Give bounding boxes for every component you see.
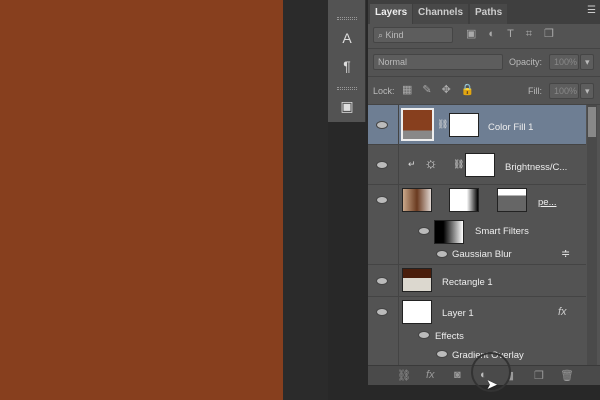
visibility-eye-icon[interactable] — [418, 331, 430, 339]
mask-icon[interactable]: ◙ — [454, 369, 461, 381]
layer-row-color-fill[interactable]: ⛓ Color Fill 1 — [368, 105, 586, 145]
layers-panel: Layers Channels Paths ☰ ⌕ Kind ▣◐T⌗❐ Nor… — [368, 0, 600, 385]
brightness-adjustment-icon: ☼ — [424, 155, 438, 172]
smart-filters-row[interactable]: Smart Filters — [368, 220, 586, 244]
tab-paths[interactable]: Paths — [470, 4, 508, 24]
layer-name: Color Fill 1 — [488, 122, 534, 133]
layer-row-smart-object[interactable]: pe... — [368, 185, 586, 220]
layer-name: pe... — [538, 197, 557, 208]
layer-name: Layer 1 — [442, 308, 474, 319]
scrollbar-thumb[interactable] — [588, 107, 596, 137]
shape-thumbnail — [402, 268, 432, 292]
filter-kind-value: Kind — [385, 30, 404, 40]
trash-icon[interactable]: 🗑 — [560, 369, 574, 382]
lock-all-icon[interactable]: 🔒 — [461, 84, 485, 96]
visibility-eye-icon[interactable] — [376, 161, 388, 169]
lock-pixels-icon[interactable]: ✎ — [422, 84, 441, 96]
fill-label: Fill: — [528, 86, 542, 96]
tab-channels[interactable]: Channels — [413, 4, 469, 24]
smart-filter-mask-thumbnail — [434, 220, 464, 244]
filter-name: Gaussian Blur — [452, 249, 512, 260]
fx-icon[interactable]: fx — [426, 369, 435, 381]
fill-dropdown[interactable]: ▾ — [580, 83, 594, 99]
smart-object-filter-icon[interactable]: ❐ — [544, 28, 566, 40]
lock-transparency-icon[interactable]: ▦ — [402, 84, 422, 96]
effects-label: Effects — [435, 331, 464, 342]
layer-row-rectangle[interactable]: Rectangle 1 — [368, 265, 586, 297]
filter-mask-thumbnail — [449, 188, 479, 212]
filter-kind-select[interactable]: ⌕ Kind — [373, 27, 453, 43]
visibility-eye-icon[interactable] — [376, 308, 388, 316]
link-icon[interactable]: ⛓ — [437, 119, 448, 130]
fill-input[interactable]: 100% — [549, 83, 579, 99]
type-filter-icon[interactable]: T — [507, 28, 526, 40]
panel-grip[interactable] — [337, 87, 357, 90]
link-icon[interactable]: ⛓ — [453, 159, 464, 170]
mask-thumbnail — [449, 113, 479, 137]
link-icon[interactable]: ⛓ — [397, 369, 411, 382]
fx-icon[interactable]: fx — [558, 306, 567, 318]
blend-mode-select[interactable]: Normal — [373, 54, 503, 70]
mouse-cursor-icon: ➤ — [486, 376, 498, 392]
layer-thumbnail — [402, 300, 432, 324]
character-panel-icon[interactable]: A — [336, 28, 358, 48]
paragraph-panel-icon[interactable]: ¶ — [336, 56, 358, 76]
layer-comps-icon[interactable]: ▣ — [336, 96, 358, 116]
visibility-eye-icon[interactable] — [436, 350, 448, 358]
new-layer-icon[interactable]: ❐ — [534, 369, 544, 382]
panel-grip[interactable] — [337, 17, 357, 20]
vector-mask-thumbnail — [497, 188, 527, 212]
tool-panel-strip: A ¶ ▣ — [328, 0, 366, 122]
layers-scrollbar[interactable] — [587, 105, 597, 365]
panel-menu-icon[interactable]: ☰ — [587, 5, 596, 16]
workspace-background — [283, 0, 328, 400]
mask-thumbnail — [465, 153, 495, 177]
visibility-eye-icon[interactable] — [436, 250, 448, 258]
effects-row[interactable]: Effects — [368, 327, 586, 345]
adjustment-filter-icon[interactable]: ◐ — [488, 28, 507, 40]
tab-layers[interactable]: Layers — [370, 4, 413, 24]
visibility-eye-icon[interactable] — [376, 277, 388, 285]
layer-row-brightness[interactable]: ↵ ☼ ⛓ Brightness/C... — [368, 145, 586, 185]
visibility-eye-icon[interactable] — [376, 121, 388, 129]
opacity-label: Opacity: — [509, 57, 543, 67]
document-canvas[interactable] — [0, 0, 283, 400]
lock-position-icon[interactable]: ✥ — [442, 84, 461, 96]
opacity-input[interactable]: 100% — [549, 54, 579, 70]
layer-name: Rectangle 1 — [442, 277, 493, 288]
smart-filters-label: Smart Filters — [475, 226, 529, 237]
visibility-eye-icon[interactable] — [418, 227, 430, 235]
visibility-eye-icon[interactable] — [376, 196, 388, 204]
lock-icons[interactable]: ▦✎✥🔒 — [402, 83, 485, 96]
color-fill-thumbnail — [401, 108, 434, 141]
panel-tabs: Layers Channels Paths ☰ — [368, 0, 600, 24]
layer-name: Brightness/C... — [505, 162, 568, 173]
layer-row-layer-1[interactable]: Layer 1 fx — [368, 297, 586, 327]
gaussian-blur-row[interactable]: Gaussian Blur ≑ — [368, 243, 586, 265]
smart-object-thumbnail — [402, 188, 432, 212]
filter-icons[interactable]: ▣◐T⌗❐ — [466, 27, 566, 41]
shape-filter-icon[interactable]: ⌗ — [526, 28, 544, 40]
opacity-dropdown[interactable]: ▾ — [580, 54, 594, 70]
blending-options-icon[interactable]: ≑ — [561, 247, 570, 260]
image-filter-icon[interactable]: ▣ — [466, 28, 488, 40]
lock-label: Lock: — [373, 86, 395, 96]
clipping-arrow-icon: ↵ — [408, 159, 416, 169]
